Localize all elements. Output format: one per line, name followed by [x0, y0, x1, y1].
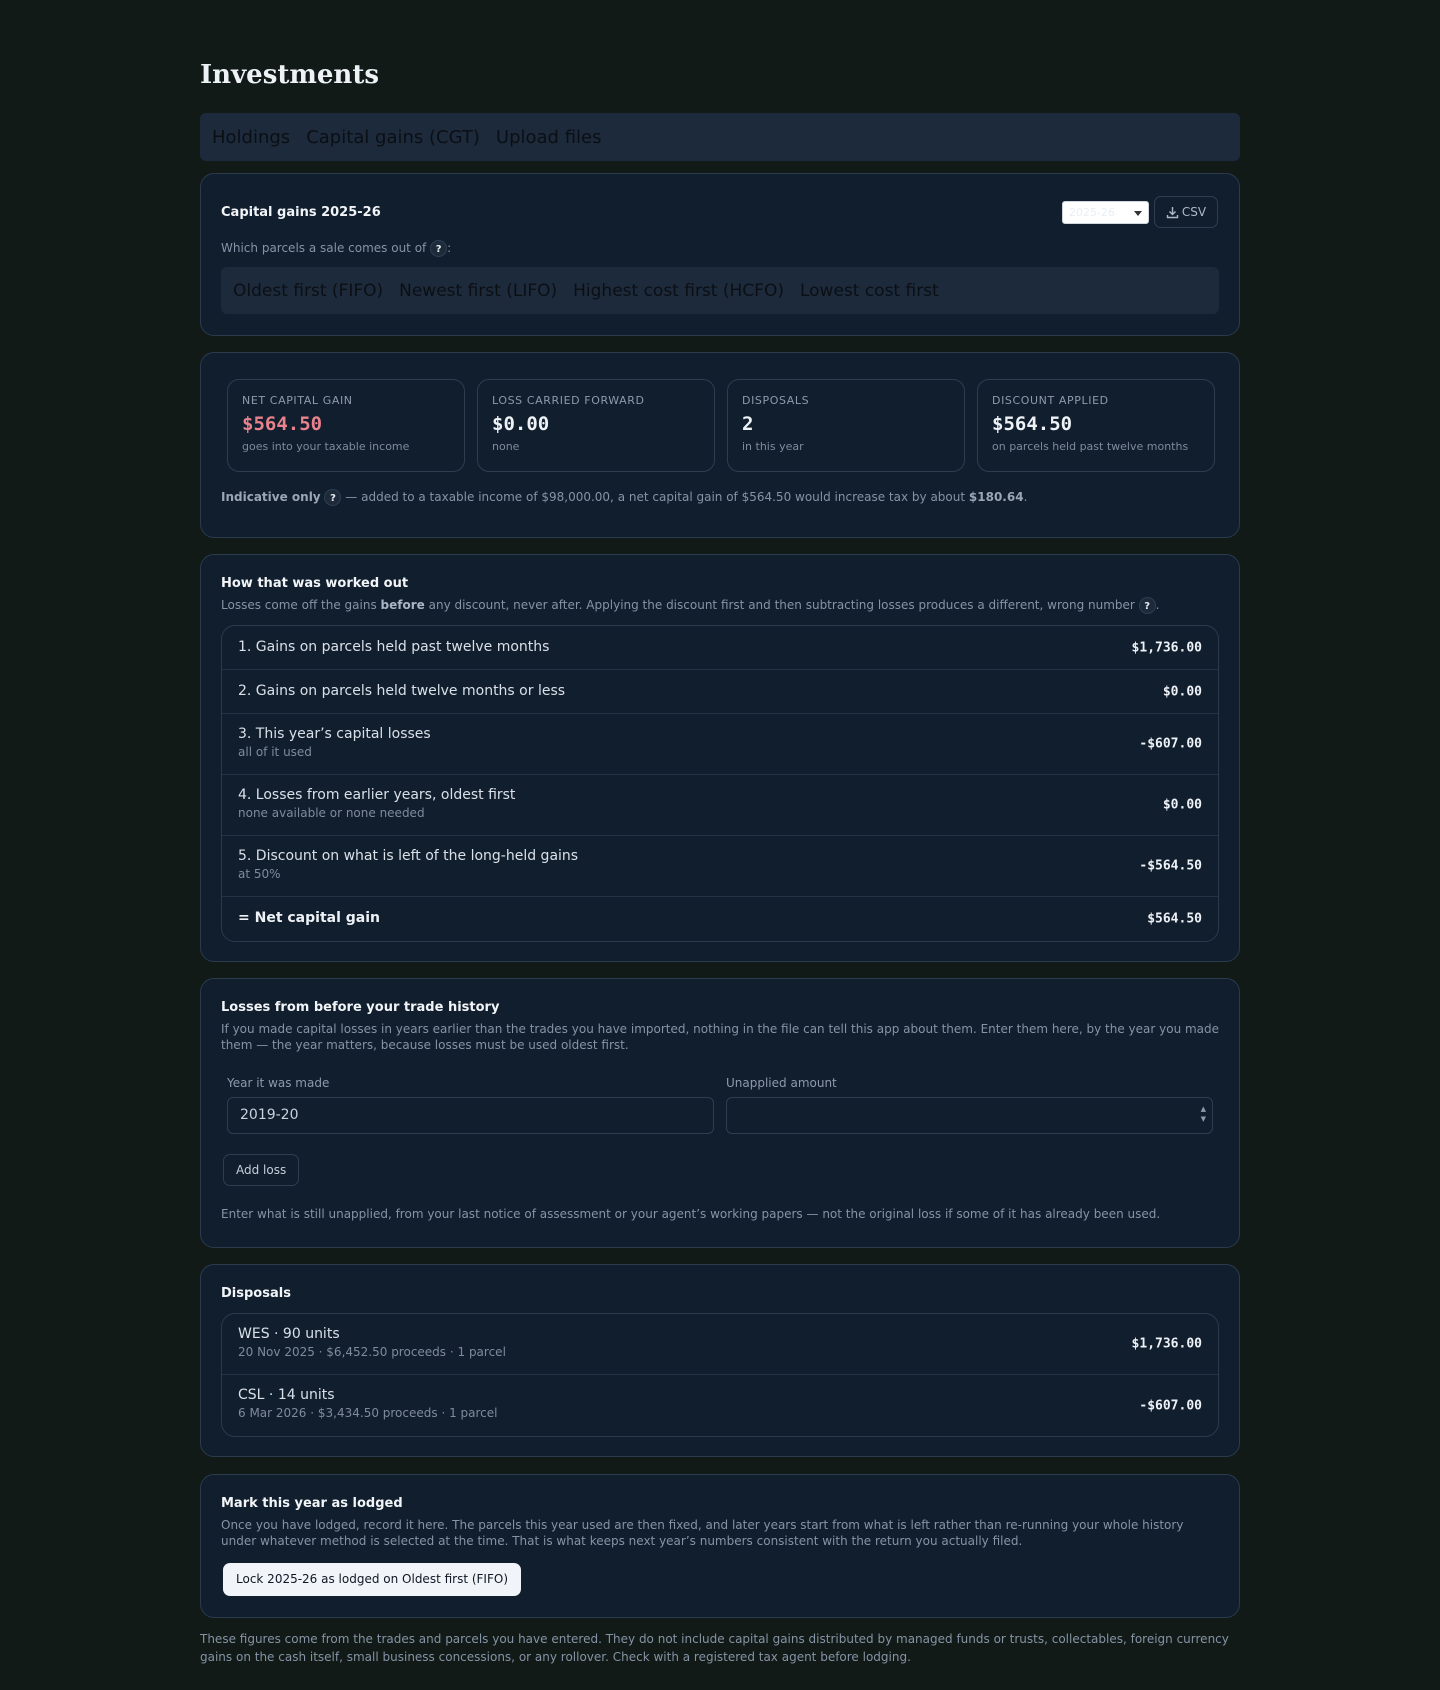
stat-value: $0.00	[492, 413, 550, 435]
workings-total-row: = Net capital gain $564.50	[222, 897, 1218, 941]
disposals-list: WES · 90 units 20 Nov 2025 · $6,452.50 p…	[221, 1313, 1219, 1437]
prior-losses-title: Losses from before your trade history	[221, 1000, 500, 1015]
year-made-value: 2019-20	[240, 1107, 299, 1123]
stat-discount-applied: DISCOUNT APPLIED $564.50 on parcels held…	[977, 379, 1215, 472]
main-tabs: Holdings Capital gains (CGT) Upload file…	[200, 113, 1240, 161]
stats-card: NET CAPITAL GAIN $564.50 goes into your …	[200, 352, 1240, 538]
disposal-amount: -$607.00	[1139, 1398, 1202, 1413]
stat-value: $564.50	[242, 413, 323, 435]
tab-capital-gains[interactable]: Capital gains (CGT)	[306, 127, 480, 148]
workings-list: 1. Gains on parcels held past twelve mon…	[221, 625, 1219, 942]
workings-row: 4. Losses from earlier years, oldest fir…	[222, 775, 1218, 836]
stat-sub: on parcels held past twelve months	[992, 440, 1189, 453]
row-amount: -$607.00	[1139, 736, 1202, 752]
year-made-input[interactable]: 2019-20	[227, 1097, 714, 1134]
method-hcfo[interactable]: Highest cost first (HCFO)	[573, 281, 784, 301]
add-loss-button[interactable]: Add loss	[223, 1154, 300, 1186]
workings-row: 2. Gains on parcels held twelve months o…	[222, 670, 1218, 714]
stat-label: LOSS CARRIED FORWARD	[492, 394, 645, 407]
row-amount: $0.00	[1162, 684, 1202, 699]
row-sub: at 50%	[238, 867, 281, 881]
prior-losses-hint: Enter what is still unapplied, from your…	[221, 1207, 1161, 1221]
lock-year-button[interactable]: Lock 2025-26 as lodged on Oldest first (…	[223, 1563, 522, 1596]
indicative-lead: Indicative only	[221, 490, 321, 504]
disposal-title: CSL · 14 units	[238, 1387, 335, 1403]
year-select[interactable]: 2025-26	[1062, 201, 1149, 224]
prior-losses-desc: If you made capital losses in years earl…	[221, 1022, 1220, 1052]
total-amount: $564.50	[1147, 911, 1202, 927]
download-icon	[1166, 206, 1179, 218]
chevron-down-icon	[1134, 211, 1142, 216]
tab-holdings[interactable]: Holdings	[212, 127, 290, 148]
year-select-value: 2025-26	[1069, 206, 1115, 219]
unapplied-amount-input[interactable]: ▲ ▼	[726, 1097, 1213, 1134]
stat-label: DISCOUNT APPLIED	[992, 394, 1109, 407]
workings-row: 3. This year’s capital losses all of it …	[222, 714, 1218, 775]
cgt-title: Capital gains 2025-26	[221, 205, 381, 220]
workings-card: How that was worked out Losses come off …	[200, 554, 1240, 962]
row-amount: $0.00	[1162, 797, 1202, 813]
prior-losses-card: Losses from before your trade history If…	[200, 978, 1240, 1248]
row-sub: none available or none needed	[238, 806, 425, 820]
cgt-summary-card: Capital gains 2025-26 2025-26 CSV Which …	[200, 173, 1240, 336]
method-prompt-text: Which parcels a sale comes out of	[221, 241, 427, 255]
disposals-card: Disposals WES · 90 units 20 Nov 2025 · $…	[200, 1264, 1240, 1457]
amount-field-label: Unapplied amount	[726, 1076, 837, 1090]
indicative-amount: $180.64	[968, 490, 1024, 504]
lodge-card: Mark this year as lodged Once you have l…	[200, 1474, 1240, 1618]
workings-note-bold: before	[380, 598, 425, 612]
page-title: Investments	[200, 60, 379, 90]
stat-value: 2	[742, 413, 754, 435]
indicative-text: — added to a taxable income of $98,000.0…	[345, 490, 966, 504]
tab-upload-files[interactable]: Upload files	[496, 127, 602, 148]
method-lowest-cost[interactable]: Lowest cost first	[800, 281, 939, 301]
disposal-row[interactable]: CSL · 14 units 6 Mar 2026 · $3,434.50 pr…	[222, 1375, 1218, 1436]
stat-label: DISPOSALS	[742, 394, 810, 407]
stat-sub: goes into your taxable income	[242, 440, 410, 453]
workings-note-b: any discount, never after. Applying the …	[428, 598, 1135, 612]
csv-export-button[interactable]: CSV	[1154, 196, 1218, 228]
row-label: 5. Discount on what is left of the long-…	[238, 848, 579, 864]
row-amount: $1,736.00	[1131, 640, 1202, 655]
disposal-sub: 6 Mar 2026 · $3,434.50 proceeds · 1 parc…	[238, 1406, 498, 1420]
method-prompt: Which parcels a sale comes out of ?:	[221, 240, 452, 257]
indicative-note: Indicative only ? — added to a taxable i…	[221, 489, 1028, 506]
disposal-amount: $1,736.00	[1131, 1336, 1202, 1352]
stat-value: $564.50	[992, 413, 1073, 435]
method-fifo[interactable]: Oldest first (FIFO)	[233, 281, 383, 301]
stat-disposals: DISPOSALS 2 in this year	[727, 379, 965, 472]
stepper-icon[interactable]: ▲ ▼	[1201, 1104, 1206, 1124]
disposals-title: Disposals	[221, 1286, 291, 1301]
stat-sub: none	[492, 440, 520, 453]
row-label: 4. Losses from earlier years, oldest fir…	[238, 787, 516, 803]
workings-title: How that was worked out	[221, 576, 409, 591]
method-lifo[interactable]: Newest first (LIFO)	[399, 281, 557, 301]
method-selector: Oldest first (FIFO) Newest first (LIFO) …	[221, 267, 1219, 314]
disposal-title: WES · 90 units	[238, 1326, 340, 1342]
stat-sub: in this year	[742, 440, 804, 453]
lodge-title: Mark this year as lodged	[221, 1496, 403, 1511]
workings-row: 5. Discount on what is left of the long-…	[222, 836, 1218, 897]
csv-label: CSV	[1181, 205, 1207, 219]
workings-note-a: Losses come off the gains	[221, 598, 377, 612]
help-icon[interactable]: ?	[430, 240, 448, 257]
disposal-sub: 20 Nov 2025 · $6,452.50 proceeds · 1 par…	[238, 1345, 506, 1359]
stat-label: NET CAPITAL GAIN	[242, 394, 353, 407]
row-sub: all of it used	[238, 745, 312, 759]
row-label: 1. Gains on parcels held past twelve mon…	[238, 639, 550, 655]
row-label: 2. Gains on parcels held twelve months o…	[238, 683, 566, 699]
row-amount: -$564.50	[1139, 858, 1202, 874]
disposal-row[interactable]: WES · 90 units 20 Nov 2025 · $6,452.50 p…	[222, 1314, 1218, 1375]
row-label: 3. This year’s capital losses	[238, 726, 431, 742]
disclaimer-footer: These figures come from the trades and p…	[200, 1632, 1229, 1664]
year-field-label: Year it was made	[227, 1076, 330, 1090]
workings-note: Losses come off the gains before any dis…	[221, 597, 1160, 614]
stat-loss-carried-forward: LOSS CARRIED FORWARD $0.00 none	[477, 379, 715, 472]
help-icon[interactable]: ?	[324, 489, 342, 506]
total-label: = Net capital gain	[238, 910, 380, 926]
stat-net-capital-gain: NET CAPITAL GAIN $564.50 goes into your …	[227, 379, 465, 472]
workings-row: 1. Gains on parcels held past twelve mon…	[222, 626, 1218, 670]
help-icon[interactable]: ?	[1138, 597, 1156, 614]
lodge-desc: Once you have lodged, record it here. Th…	[221, 1518, 1184, 1548]
